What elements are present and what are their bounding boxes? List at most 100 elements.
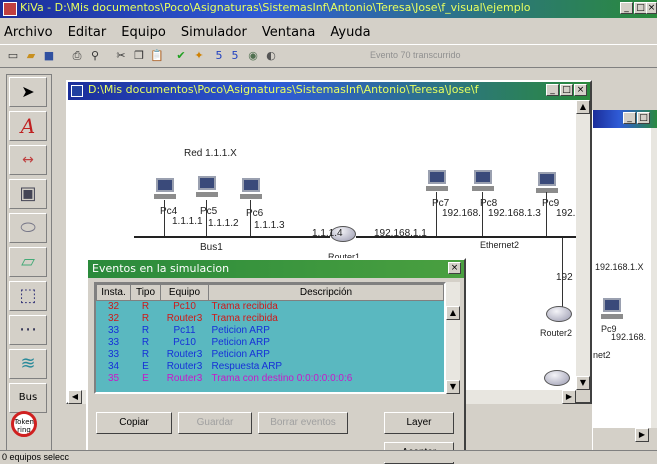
doc-scroll-up[interactable]: ▲ <box>576 100 590 114</box>
events-scroll-down[interactable]: ▼ <box>446 380 460 394</box>
bg-vertical-scrollbar[interactable] <box>651 128 657 428</box>
pc-tool[interactable]: ▣ <box>9 179 47 209</box>
toolbar: ▭ ▰ ■ ⎙ ⚲ ✂ ❐ 📋 ✔ ✦ 5 5 ◉ ◐ Evento 70 tr… <box>0 44 657 68</box>
switch-tool[interactable]: ⬚ <box>9 281 47 311</box>
bus1-line[interactable] <box>134 236 314 238</box>
token-ring-icon[interactable]: Token ring <box>11 411 37 437</box>
events-scroll-up[interactable]: ▲ <box>446 306 460 320</box>
col-insta[interactable]: Insta. <box>96 284 131 301</box>
save-events-button[interactable]: Guardar <box>178 412 252 434</box>
event-cell-tipo: E <box>142 373 149 384</box>
layer-button[interactable]: Layer <box>384 412 454 434</box>
check-icon[interactable]: ✔ <box>172 47 190 65</box>
bridge-tool[interactable]: ⋯ <box>9 315 47 345</box>
events-table-scrollbar[interactable] <box>446 282 460 394</box>
event-cell-equipo: Router3 <box>166 373 203 384</box>
pc6[interactable] <box>240 178 262 200</box>
find-icon[interactable]: ⚲ <box>86 47 104 65</box>
ethernet2-label: Ethernet2 <box>480 240 520 250</box>
settings-icon[interactable]: ✦ <box>190 47 208 65</box>
app-icon <box>3 2 17 16</box>
pc-right[interactable] <box>601 298 623 320</box>
event-row[interactable]: 34 E Router3 Respuesta ARP <box>97 361 444 373</box>
event-row[interactable]: 35 E Router3 Trama con destino 0:0:0:0:0:0:… <box>97 373 444 385</box>
event-cell-tipo: R <box>141 325 150 336</box>
router3[interactable] <box>544 370 570 386</box>
background-canvas[interactable]: 192.168.1.X Pc9 192.168. net2 <box>593 128 651 428</box>
events-close-button[interactable]: × <box>448 262 461 274</box>
document-title: D:\Mis documentos\Poco\Asignaturas\Siste… <box>88 83 479 96</box>
menu-bar: Archivo Editar Equipo Simulador Ventana … <box>4 20 381 42</box>
col-descripcion[interactable]: Descripción <box>208 284 444 301</box>
status-event-text: Evento 70 transcurrido <box>370 50 461 60</box>
events-table: Insta. Tipo Equipo Descripción 32 R Pc10 Tr… <box>96 284 444 385</box>
open-folder-icon[interactable]: ▰ <box>22 47 40 65</box>
close-button[interactable]: × <box>646 2 657 14</box>
bg-scroll-right[interactable]: ▶ <box>635 428 649 442</box>
event-cell-desc: Peticion ARP <box>211 349 270 360</box>
event-cell-tipo: R <box>141 349 150 360</box>
event-row[interactable]: 32 R Pc10 Trama recibida <box>97 301 444 314</box>
menu-ventana[interactable]: Ventana <box>262 25 315 40</box>
copy-button[interactable]: Copiar <box>96 412 172 434</box>
pc4[interactable] <box>154 178 176 200</box>
ethernet2-line[interactable] <box>356 236 576 238</box>
event-cell-equipo: Pc10 <box>173 301 196 312</box>
copy-icon[interactable]: ❐ <box>130 47 148 65</box>
cut-icon[interactable]: ✂ <box>112 47 130 65</box>
minimize-button[interactable]: _ <box>620 2 633 14</box>
right-network-label: 192.168.1.X <box>595 262 644 272</box>
router2[interactable] <box>546 306 572 322</box>
paste-icon[interactable]: 📋 <box>148 47 166 65</box>
menu-ayuda[interactable]: Ayuda <box>330 25 370 40</box>
event-cell-desc: Trama recibida <box>211 313 278 324</box>
doc-scroll-down[interactable]: ▼ <box>576 376 590 390</box>
menu-archivo[interactable]: Archivo <box>4 25 53 40</box>
pointer-tool[interactable]: ➤ <box>9 77 47 107</box>
router-tool[interactable]: ⬭ <box>9 213 47 243</box>
doc-maximize-button[interactable]: □ <box>560 84 573 96</box>
event-row[interactable]: 33 R Pc11 Peticion ARP <box>97 325 444 337</box>
event-cell-insta: 33 <box>107 325 120 336</box>
col-equipo[interactable]: Equipo <box>160 284 209 301</box>
doc-scroll-right[interactable]: ▶ <box>562 390 576 404</box>
event-cell-desc: Trama con destino 0:0:0:0:0:0:6 <box>211 373 353 384</box>
menu-equipo[interactable]: Equipo <box>121 25 166 40</box>
save-icon[interactable]: ■ <box>40 47 58 65</box>
event-cell-tipo: R <box>141 337 150 348</box>
menu-editar[interactable]: Editar <box>68 25 107 40</box>
bus-tool[interactable]: Bus <box>9 383 47 413</box>
event-row[interactable]: 33 R Router3 Peticion ARP <box>97 349 444 361</box>
events-dialog-title: Eventos en la simulacion <box>92 262 230 275</box>
hub-tool[interactable]: ▱ <box>9 247 47 277</box>
pc9-link <box>546 192 547 236</box>
event-row[interactable]: 33 R Pc10 Peticion ARP <box>97 337 444 349</box>
document-title-bar: D:\Mis documentos\Poco\Asignaturas\Siste… <box>68 82 590 100</box>
clear-events-button[interactable]: Borrar eventos <box>258 412 348 434</box>
pc7[interactable] <box>426 170 448 192</box>
text-tool[interactable]: A <box>9 111 47 141</box>
network-label: Red 1.1.1.X <box>184 148 237 159</box>
doc-close-button[interactable]: × <box>574 84 587 96</box>
doc-vertical-scrollbar[interactable] <box>576 100 590 390</box>
new-file-icon[interactable]: ▭ <box>4 47 22 65</box>
bg-maximize-button[interactable]: □ <box>637 112 650 124</box>
doc-minimize-button[interactable]: _ <box>546 84 559 96</box>
event-cell-tipo: R <box>141 313 150 324</box>
toggle-icon[interactable]: ◐ <box>262 47 280 65</box>
bg-minimize-button[interactable]: _ <box>623 112 636 124</box>
menu-simulador[interactable]: Simulador <box>181 25 247 40</box>
pc8[interactable] <box>472 170 494 192</box>
print-icon[interactable]: ⎙ <box>68 47 86 65</box>
record-icon[interactable]: ◉ <box>244 47 262 65</box>
connector-tool[interactable]: ↔ <box>9 145 47 175</box>
event-cell-desc: Peticion ARP <box>211 325 270 336</box>
pc9[interactable] <box>536 172 558 194</box>
wan-tool[interactable]: ≋ <box>9 349 47 379</box>
pc7-ip: 192.168. <box>442 208 481 219</box>
step-forward-icon[interactable]: 5 <box>226 47 244 65</box>
event-row[interactable]: 32 R Router3 Trama recibida <box>97 313 444 325</box>
col-tipo[interactable]: Tipo <box>130 284 161 301</box>
pc5[interactable] <box>196 176 218 198</box>
doc-scroll-left[interactable]: ◀ <box>68 390 82 404</box>
